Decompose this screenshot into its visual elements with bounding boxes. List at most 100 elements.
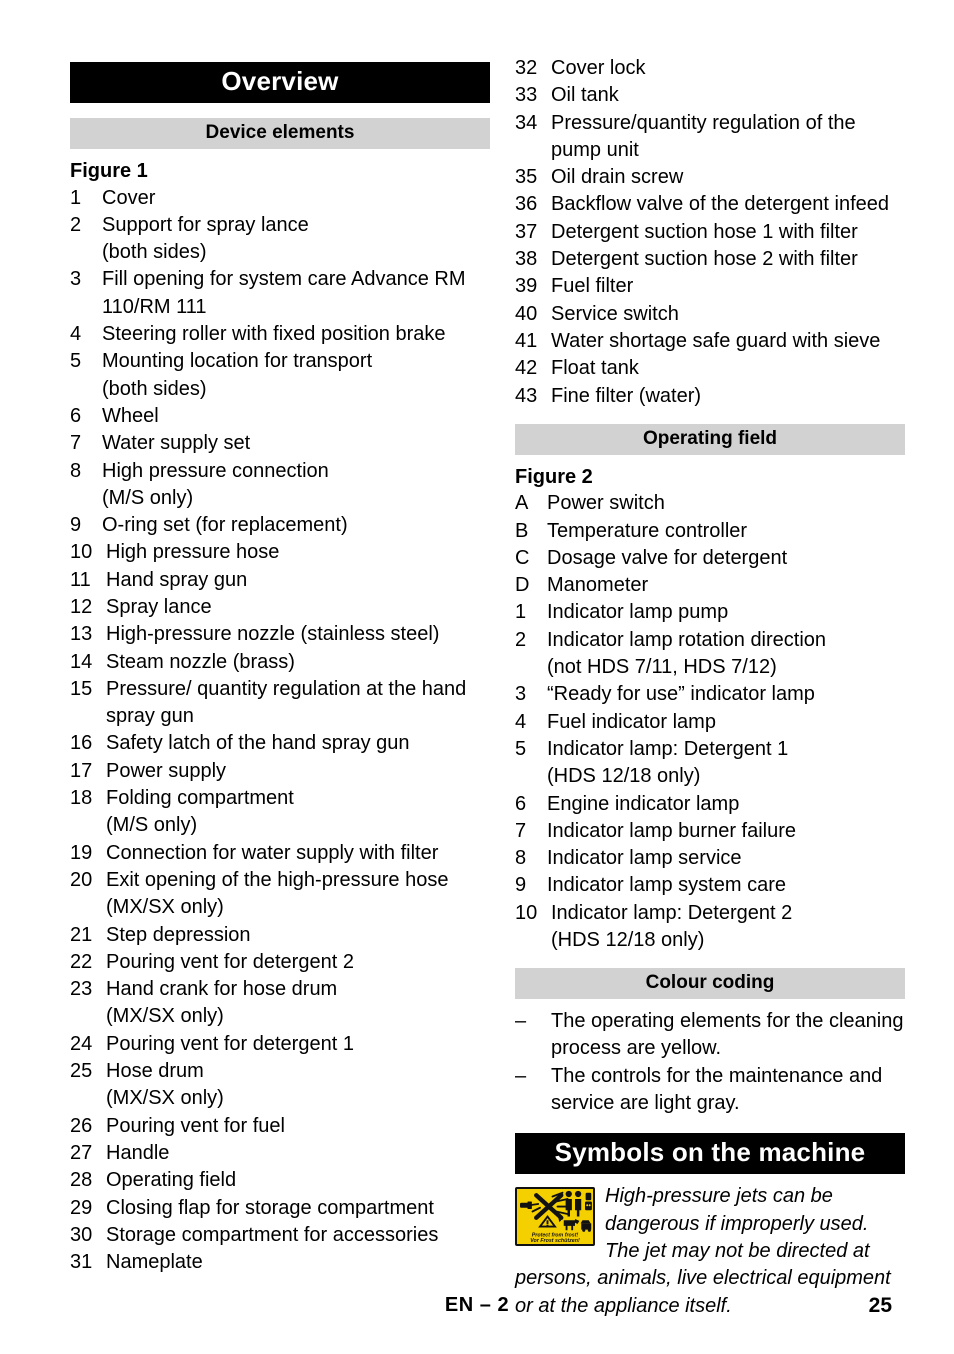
item-label-main: Support for spray lance [102,213,309,236]
item-label-sub: (both sides) [102,241,207,264]
item-number: 10 [515,901,538,924]
list-item: 40 Service switch [515,301,905,328]
item-label: Steering roller with fixed position brak… [102,323,446,346]
item-label: Hand spray gun [106,568,248,591]
device-elements-heading-bar: Device elements [70,118,490,149]
item-label: Step depression [106,923,251,946]
item-number: 20 [70,868,93,891]
item-label: Mounting location for transport (both sid… [102,348,490,403]
item-label: High pressure connection (M/S only) [102,458,490,513]
item-number: 7 [70,432,82,455]
item-number: 5 [70,350,82,373]
item-label-main: Indicator lamp: Detergent 1 [547,737,789,760]
list-item: 1 Cover [70,185,490,212]
item-label: Power switch [547,492,665,515]
overview-heading-bar: Overview [70,62,490,104]
list-item: 27 Handle [70,1140,490,1167]
item-label-main: Hand crank for hose drum [106,978,338,1001]
item-label: Indicator lamp burner failure [547,819,797,842]
item-label: Nameplate [106,1251,203,1274]
frost-warning-icon: Protect from frost! Vor Frost schützen! [515,1187,595,1247]
item-number: 36 [515,193,538,216]
item-label: Pouring vent for detergent 1 [106,1032,354,1055]
list-item: 22 Pouring vent for detergent 2 [70,949,490,976]
item-number: 8 [515,847,527,870]
list-item: 19 Connection for water supply with filt… [70,840,490,867]
item-label-sub: (HDS 12/18 only) [547,765,701,788]
item-label: Spray lance [106,596,212,618]
list-item: – The operating elements for the cleanin… [515,1008,905,1063]
item-number: 11 [70,568,91,591]
item-number: 27 [70,1141,93,1164]
item-label: Cover lock [551,57,646,79]
list-item: 35 Oil drain screw [515,164,905,191]
item-label: “Ready for use” indicator lamp [547,683,815,706]
item-label: Temperature controller [547,519,748,542]
item-number: C [515,546,530,569]
item-label: Fine filter (water) [551,384,702,407]
item-number: 37 [515,220,538,243]
item-number: 14 [70,650,93,673]
item-number: 31 [70,1251,93,1274]
item-number: 1 [515,601,527,624]
item-label-sub: (M/S only) [102,486,194,509]
list-item: 11 Hand spray gun [70,567,490,594]
item-label: High-pressure nozzle (stainless steel) [106,623,440,646]
item-label-sub: (both sides) [102,377,207,400]
list-item: – The controls for the maintenance and s… [515,1063,905,1118]
item-number: 29 [70,1196,93,1219]
list-item: 24 Pouring vent for detergent 1 [70,1031,490,1058]
list-item: 30 Storage compartment for accessories [70,1222,490,1249]
item-number: B [515,519,529,542]
item-label-sub: (MX/SX only) [106,1087,224,1110]
item-number: 19 [70,841,93,864]
list-item: 6 Engine indicator lamp [515,791,905,818]
item-number: 2 [70,213,82,236]
list-item: 38 Detergent suction hose 2 with filter [515,246,905,273]
device-elements-list: 1 Cover 2 Support for spray lance (both s… [70,185,490,1277]
item-label: Connection for water supply with filter [106,841,439,864]
item-number: 6 [515,792,527,815]
list-item: 13 High-pressure nozzle (stainless steel… [70,621,490,648]
list-item: 5 Mounting location for transport (both s… [70,348,490,403]
item-number: 1 [70,186,82,209]
item-label: Exit opening of the high-pressure hose (M… [106,867,490,922]
item-label: Safety latch of the hand spray gun [106,732,410,755]
item-label-main: Indicator lamp: Detergent 2 [551,901,793,924]
list-item: 15 Pressure/ quantity regulation at the … [70,676,490,731]
item-label: Closing flap for storage compartment [106,1196,434,1219]
item-number: 42 [515,357,538,380]
list-item: 29 Closing flap for storage compartment [70,1195,490,1222]
item-number: 5 [515,737,527,760]
device-elements-continued-list: 32 Cover lock 33 Oil tank 34 Pressure/qu… [515,55,905,410]
item-label: Indicator lamp: Detergent 2 (HDS 12/18 on… [551,900,905,955]
list-item: 20 Exit opening of the high-pressure hos… [70,867,490,922]
symbols-on-machine-heading-bar: Symbols on the machine [515,1133,905,1175]
list-item: 39 Fuel filter [515,273,905,300]
item-label: Hose drum (MX/SX only) [106,1058,490,1113]
list-item: 8 Indicator lamp service [515,845,905,872]
page-footer: EN – 2 25 [0,1294,954,1320]
item-number: 7 [515,819,527,842]
list-item: 25 Hose drum (MX/SX only) [70,1058,490,1113]
item-label: Steam nozzle (brass) [106,650,295,673]
item-number: 28 [70,1169,93,1192]
list-item: 37 Detergent suction hose 1 with filter [515,219,905,246]
item-number: 13 [70,623,93,646]
list-item: 2 Support for spray lance (both sides) [70,212,490,267]
list-item: 23 Hand crank for hose drum (MX/SX only) [70,976,490,1031]
item-label: O-ring set (for replacement) [102,514,348,537]
right-column: 32 Cover lock 33 Oil tank 34 Pressure/qu… [515,0,905,1320]
item-label: Manometer [547,574,649,597]
item-label: Pressure/quantity regulation of the pump… [551,111,856,161]
item-number: 25 [70,1060,93,1083]
item-label: Indicator lamp pump [547,601,729,624]
item-number: 23 [70,978,93,1001]
list-item: 10 Indicator lamp: Detergent 2 (HDS 12/18… [515,900,905,955]
item-label: Indicator lamp: Detergent 1 (HDS 12/18 on… [547,736,905,791]
operating-field-heading-bar: Operating field [515,423,905,455]
item-label: Operating field [106,1169,237,1192]
item-number: 3 [70,268,82,291]
item-label: Support for spray lance (both sides) [102,212,490,267]
item-label: Folding compartment (M/S only) [106,785,490,840]
